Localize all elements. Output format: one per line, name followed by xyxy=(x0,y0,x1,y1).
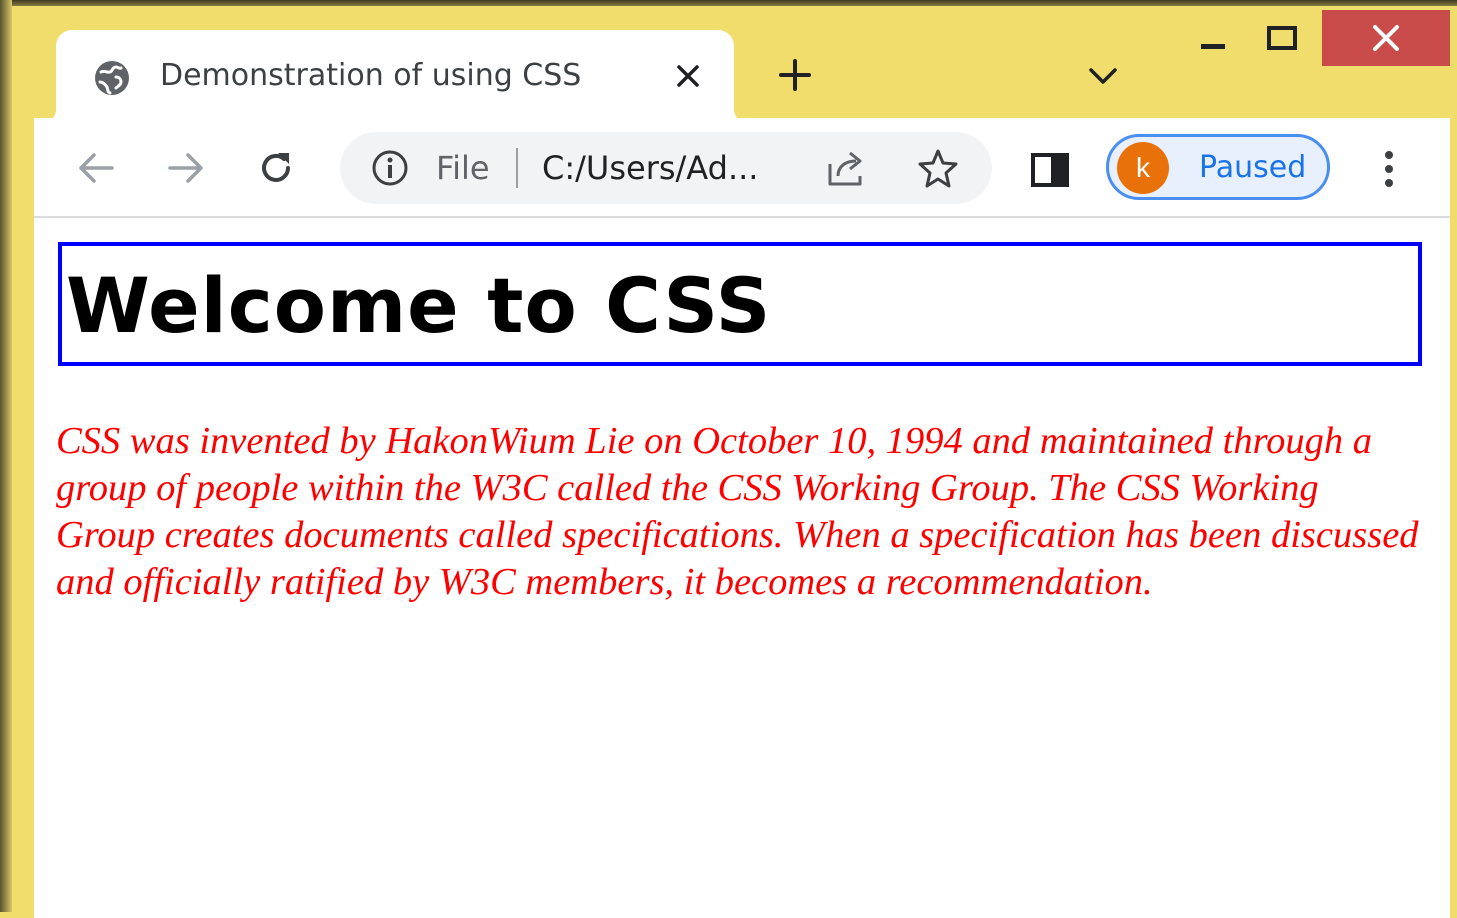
forward-arrow-icon[interactable] xyxy=(164,146,208,190)
minimize-icon[interactable] xyxy=(1184,14,1242,62)
share-icon[interactable] xyxy=(826,148,868,188)
maximize-icon[interactable] xyxy=(1252,14,1310,62)
back-arrow-icon[interactable] xyxy=(74,146,118,190)
heading-box: Welcome to CSS xyxy=(58,242,1422,366)
info-icon[interactable] xyxy=(370,148,410,188)
star-icon[interactable] xyxy=(916,146,960,190)
profile-button[interactable]: k Paused xyxy=(1106,134,1330,200)
desktop-background-left xyxy=(0,0,12,912)
close-icon xyxy=(1373,25,1399,51)
browser-toolbar: File C:/Users/Ad... k Paused xyxy=(34,118,1450,218)
tab-title: Demonstration of using CSS xyxy=(160,58,582,93)
globe-icon xyxy=(95,61,129,95)
page-heading: Welcome to CSS xyxy=(66,261,772,350)
page-content: Welcome to CSS CSS was invented by Hakon… xyxy=(34,218,1450,918)
close-icon[interactable] xyxy=(672,60,704,92)
chevron-down-icon[interactable] xyxy=(1088,64,1118,88)
scheme-label: File xyxy=(436,149,490,187)
window-close-button[interactable] xyxy=(1322,10,1450,66)
url-text[interactable]: C:/Users/Ad... xyxy=(542,146,758,190)
active-tab[interactable]: Demonstration of using CSS xyxy=(40,30,750,124)
avatar: k xyxy=(1117,142,1169,194)
profile-status: Paused xyxy=(1199,150,1307,185)
address-bar[interactable]: File C:/Users/Ad... xyxy=(340,132,992,204)
plus-icon[interactable] xyxy=(778,58,812,92)
reload-icon[interactable] xyxy=(254,146,298,190)
page-paragraph: CSS was invented by HakonWium Lie on Oct… xyxy=(56,420,1419,603)
divider xyxy=(516,148,518,188)
side-panel-icon[interactable] xyxy=(1030,152,1070,188)
kebab-menu-icon[interactable] xyxy=(1378,148,1400,190)
browser-window: Demonstration of using CSS File C:/Users… xyxy=(12,6,1450,918)
